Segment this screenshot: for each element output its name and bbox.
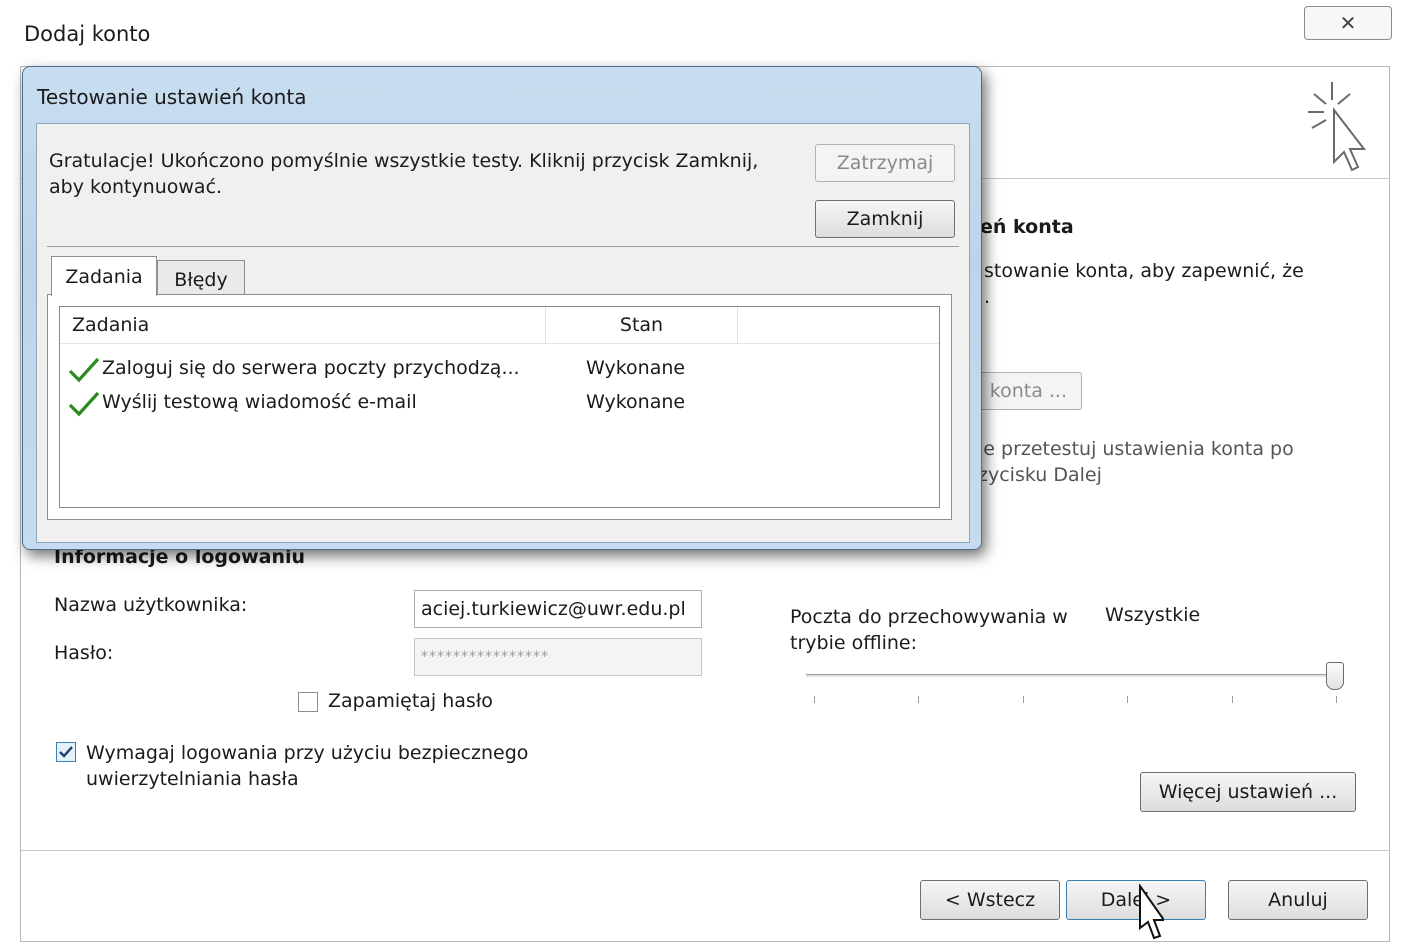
stop-button[interactable]: Zatrzymaj <box>815 144 955 182</box>
check-icon <box>68 357 100 383</box>
tab-tasks[interactable]: Zadania <box>51 256 157 296</box>
success-message-line1: Gratulacje! Ukończono pomyślnie wszystki… <box>49 150 759 172</box>
remember-password-label: Zapamiętaj hasło <box>328 690 493 712</box>
username-label: Nazwa użytkownika: <box>54 594 248 616</box>
auto-test-label-fragment: ie przetestuj ustawienia konta po <box>978 438 1294 460</box>
test-description-fragment-2: . <box>984 286 991 308</box>
username-input[interactable]: aciej.turkiewicz@uwr.edu.pl <box>414 590 702 628</box>
dialog-title: Testowanie ustawień konta <box>37 85 307 109</box>
success-message-line2: aby kontynuować. <box>49 176 223 198</box>
offline-mail-value: Wszystkie <box>1105 604 1201 626</box>
cancel-button[interactable]: Anuluj <box>1228 880 1368 920</box>
back-button[interactable]: < Wstecz <box>920 880 1060 920</box>
offline-mail-label: Poczta do przechowywania w trybie offlin… <box>790 604 1068 656</box>
password-input[interactable]: **************** <box>414 638 702 676</box>
slider-tick <box>1022 696 1024 703</box>
slider-tick <box>814 696 815 703</box>
wizard-cursor-icon <box>1308 82 1367 172</box>
spa-label-line2: uwierzytelniania hasła <box>86 768 299 790</box>
window-title: Dodaj konto <box>24 22 151 46</box>
success-message: Gratulacje! Ukończono pomyślnie wszystki… <box>49 148 789 200</box>
test-description-fragment: stowanie konta, aby zapewnić, że <box>984 260 1304 282</box>
spa-label-line1: Wymagaj logowania przy użyciu bezpieczne… <box>86 742 529 764</box>
spa-label: Wymagaj logowania przy użyciu bezpieczne… <box>86 740 528 792</box>
offline-mail-label-line2: trybie offline: <box>790 632 917 654</box>
spa-checkbox[interactable] <box>56 742 76 762</box>
table-row[interactable]: Wyślij testową wiadomość e-mail Wykonane <box>68 389 928 419</box>
column-header-status[interactable]: Stan <box>546 307 738 343</box>
test-account-settings-dialog: Testowanie ustawień konta Gratulacje! Uk… <box>22 66 982 550</box>
slider-tick <box>1336 696 1337 703</box>
footer-divider <box>21 850 1389 851</box>
dialog-client-area: Gratulacje! Ukończono pomyślnie wszystki… <box>36 123 970 543</box>
close-dialog-button[interactable]: Zamknij <box>815 200 955 238</box>
dialog-divider <box>47 246 959 247</box>
tasks-list: Zadania Stan Zaloguj się do serwera pocz… <box>59 306 940 508</box>
auto-test-label-fragment-2: zycisku Dalej <box>978 464 1102 486</box>
slider-tick <box>1127 696 1129 703</box>
checkmark-icon <box>59 746 73 758</box>
offline-slider-thumb[interactable] <box>1326 662 1344 690</box>
column-header-tasks[interactable]: Zadania <box>60 307 546 343</box>
close-icon: ✕ <box>1339 11 1357 35</box>
task-status: Wykonane <box>586 391 686 413</box>
password-label: Hasło: <box>54 642 114 664</box>
tasks-tab-pane: Zadania Stan Zaloguj się do serwera pocz… <box>47 294 952 520</box>
window-close-button[interactable]: ✕ <box>1304 6 1392 40</box>
more-settings-button[interactable]: Więcej ustawień ... <box>1140 772 1356 812</box>
slider-tick <box>918 696 920 703</box>
remember-password-checkbox[interactable] <box>298 692 318 712</box>
task-name: Zaloguj się do serwera poczty przychodzą… <box>102 357 520 379</box>
task-status: Wykonane <box>586 357 686 379</box>
column-header-blank[interactable] <box>738 307 939 343</box>
check-icon <box>68 391 100 417</box>
slider-tick <box>1231 696 1233 703</box>
table-row[interactable]: Zaloguj się do serwera poczty przychodzą… <box>68 355 928 385</box>
task-name: Wyślij testową wiadomość e-mail <box>102 391 417 413</box>
tab-errors[interactable]: Błędy <box>157 260 245 298</box>
offline-slider-track[interactable] <box>806 674 1336 677</box>
test-settings-heading-fragment: eń konta <box>980 216 1074 238</box>
offline-mail-label-line1: Poczta do przechowywania w <box>790 606 1068 628</box>
mouse-pointer-icon <box>1139 884 1164 940</box>
list-header-divider <box>60 343 939 344</box>
